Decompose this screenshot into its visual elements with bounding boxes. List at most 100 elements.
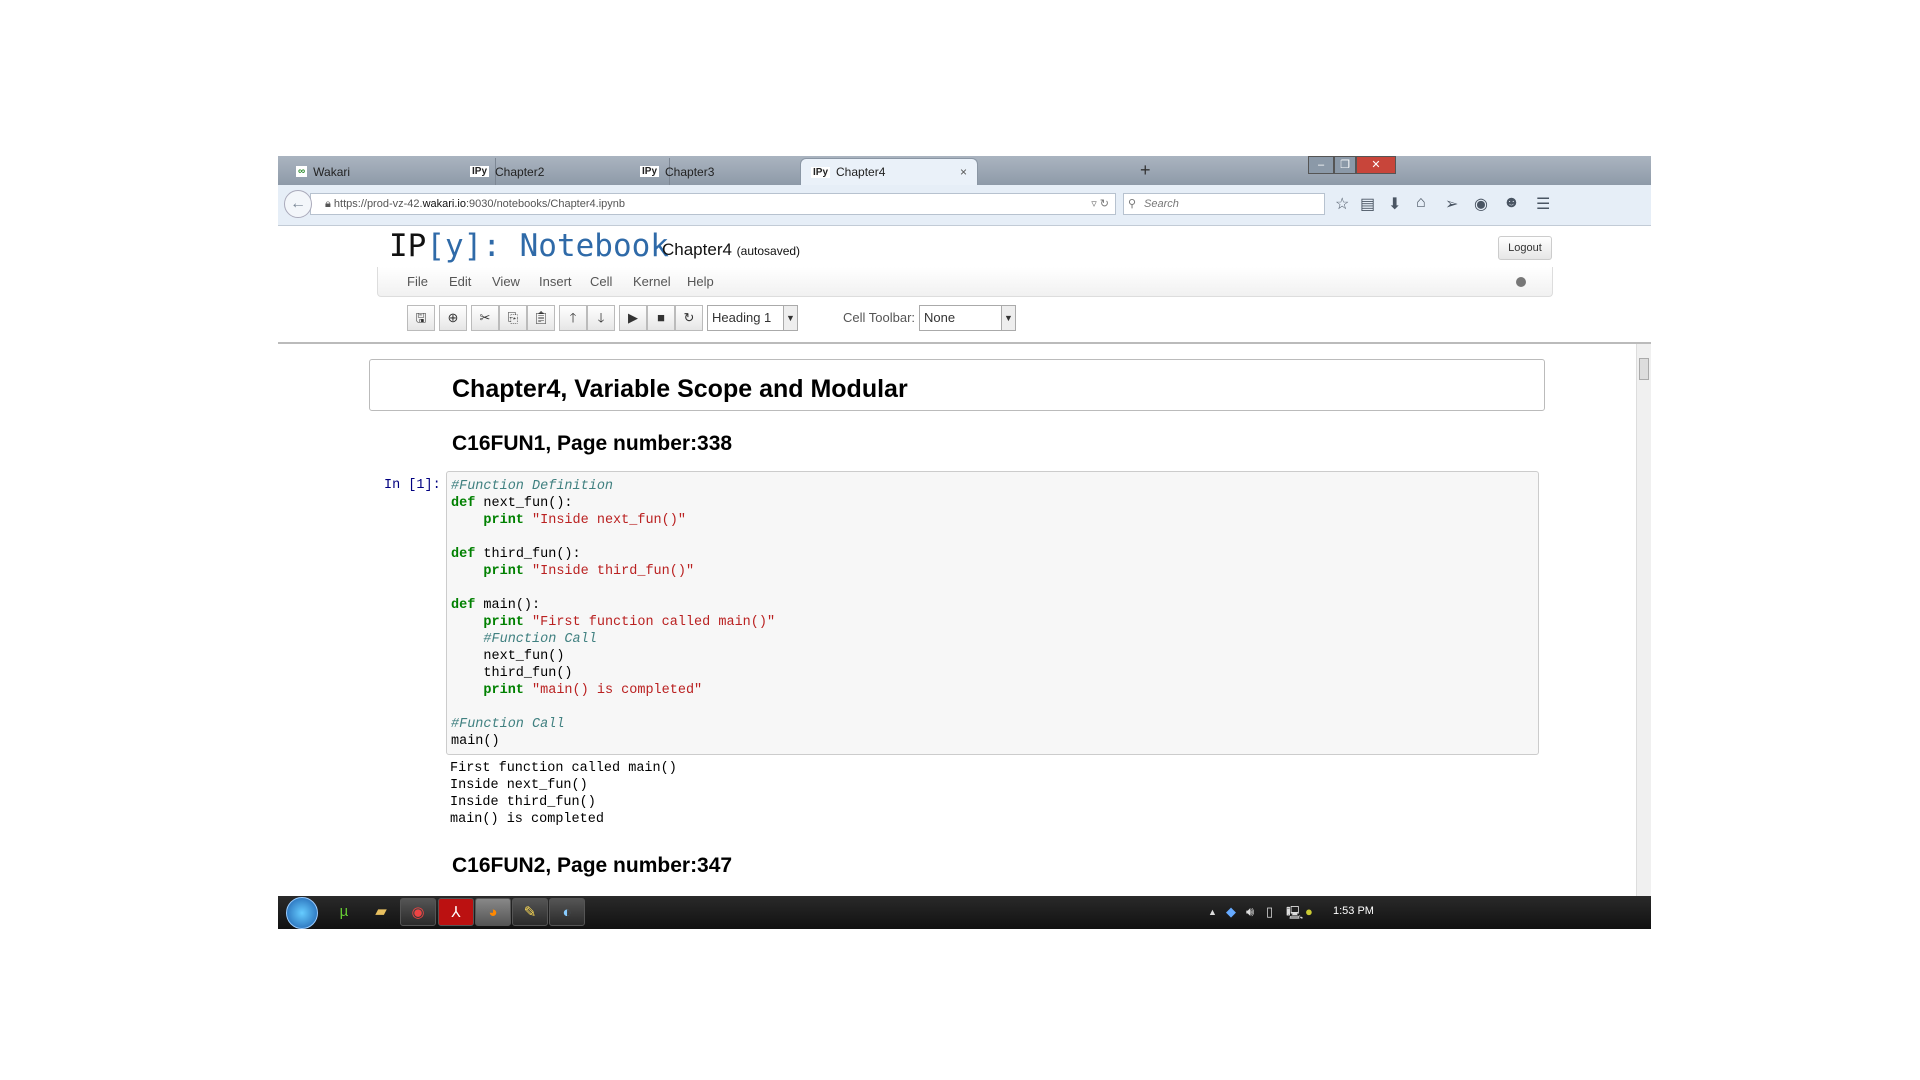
tab-chapter4[interactable]: IPy Chapter4 × (800, 158, 978, 185)
input-prompt: In [1]: (384, 478, 441, 493)
history-icon[interactable]: ◉ (1474, 194, 1488, 214)
notebook-toolbar: 🖫 ⊕ ✂ ⎘ 📋︎ 🡑 🡓 ▶ ■ ↻ Heading 1 ▼ Cell Too… (278, 305, 1651, 335)
logo-ip: IP (389, 228, 427, 264)
tab-label: Wakari (313, 164, 351, 179)
menu-insert[interactable]: Insert (539, 274, 572, 289)
lock-icon: 🔒︎ (325, 198, 334, 210)
output-line: main() is completed (450, 812, 604, 827)
notebook-name[interactable]: Chapter4 (autosaved) (662, 240, 800, 260)
code-cell[interactable]: #Function Definition def next_fun(): pri… (446, 471, 1539, 755)
cut-icon[interactable]: ✂ (471, 305, 499, 331)
clock[interactable]: 1:53 PM (1333, 905, 1374, 917)
python-icon[interactable]: ✎ (512, 898, 548, 926)
output-line: First function called main() (450, 761, 677, 776)
bookmark-star-icon[interactable]: ☆ (1335, 194, 1349, 214)
home-icon[interactable]: ⌂ (1416, 194, 1426, 212)
move-down-icon[interactable]: 🡓 (587, 305, 615, 331)
search-icon: ⚲ (1128, 198, 1137, 210)
ipython-logo[interactable]: IP[y]: Notebook (389, 228, 669, 264)
reading-list-icon[interactable]: ▤ (1360, 194, 1375, 214)
ipy-icon: IPy (640, 166, 660, 177)
download-icon[interactable]: ⬇ (1388, 194, 1401, 214)
tray-app-icon[interactable]: ◆ (1226, 904, 1236, 920)
notebook-area: Chapter4, Variable Scope and Modular C16… (278, 344, 1651, 896)
chevron-down-icon: ▼ (783, 306, 797, 330)
menu-edit[interactable]: Edit (449, 274, 471, 289)
ipy-icon: IPy (470, 166, 490, 177)
section-heading: C16FUN2, Page number:347 (452, 854, 733, 877)
save-icon[interactable]: 🖫 (407, 305, 435, 331)
cell-toolbar-label: Cell Toolbar: (843, 310, 916, 325)
cell-type-value: Heading 1 (712, 310, 772, 325)
chrome-icon[interactable]: ◉ (400, 898, 436, 926)
network-icon[interactable]: 🖳 (1286, 904, 1303, 926)
menu-help[interactable]: Help (687, 274, 714, 289)
url-bar[interactable]: 🔒︎ https://prod-vz-42.wakari.io:9030/not… (310, 193, 1116, 215)
tab-label: Chapter2 (495, 164, 545, 179)
logout-button[interactable]: Logout (1498, 236, 1552, 260)
app-icon[interactable]: ◐ (549, 898, 585, 926)
menu-file[interactable]: File (407, 274, 428, 289)
tray-status-icon[interactable]: ● (1305, 904, 1313, 919)
wakari-icon: ∞ (296, 166, 308, 177)
minimize-button[interactable]: – (1308, 156, 1334, 174)
notebook-heading: Chapter4, Variable Scope and Modular (452, 375, 908, 403)
search-placeholder: Search (1144, 198, 1179, 210)
menu-bar: File Edit View Insert Cell Kernel Help (377, 267, 1553, 297)
menu-view[interactable]: View (492, 274, 520, 289)
close-tab-icon[interactable]: × (960, 165, 967, 179)
firefox-icon[interactable]: ◕ (475, 898, 511, 926)
new-tab-button[interactable]: + (1140, 160, 1151, 181)
restart-icon[interactable]: ↻ (675, 305, 703, 331)
save-status: (autosaved) (736, 244, 801, 258)
output-line: Inside next_fun() (450, 778, 588, 793)
nav-bar: 🔒︎ https://prod-vz-42.wakari.io:9030/not… (278, 185, 1651, 226)
utorrent-icon[interactable]: µ (326, 898, 362, 926)
reload-icon[interactable]: ▿ ↻ (1091, 194, 1109, 214)
kernel-status-indicator (1516, 277, 1526, 287)
back-button[interactable]: ← (284, 190, 312, 218)
ipy-icon: IPy (811, 166, 831, 178)
menu-cell[interactable]: Cell (590, 274, 612, 289)
logo-text: [y]: Notebook (426, 228, 669, 264)
copy-icon[interactable]: ⎘ (499, 305, 527, 331)
move-up-icon[interactable]: 🡑 (559, 305, 587, 331)
close-window-button[interactable]: ✕ (1356, 156, 1396, 174)
start-button[interactable] (286, 897, 318, 929)
run-icon[interactable]: ▶ (619, 305, 647, 331)
insert-cell-icon[interactable]: ⊕ (439, 305, 467, 331)
scrollbar-thumb[interactable] (1639, 358, 1649, 380)
cell-output: First function called main() Inside next_… (450, 760, 677, 828)
restore-button[interactable]: ❐ (1334, 156, 1356, 174)
menu-icon[interactable]: ☰ (1536, 194, 1550, 214)
chevron-down-icon: ▼ (1001, 306, 1015, 330)
taskbar: µ ▰ ◉ ⅄ ◕ ✎ ◐ ▲ ◆ 🔊︎ ▯ 🖳 ● 1:53 PM (278, 896, 1651, 929)
section-heading: C16FUN1, Page number:338 (452, 432, 733, 455)
notebook-header: IP[y]: Notebook Chapter4 (autosaved) Log… (278, 226, 1651, 267)
tab-label: Chapter3 (665, 164, 715, 179)
file-explorer-icon[interactable]: ▰ (363, 898, 399, 926)
search-input[interactable]: ⚲ Search (1123, 193, 1325, 215)
send-icon[interactable]: ➢ (1445, 194, 1458, 214)
acrobat-icon[interactable]: ⅄ (438, 898, 474, 926)
screen: ∞Wakari× IPyChapter2× IPyChapter3× IPyCh… (278, 156, 1651, 929)
volume-icon[interactable]: 🔊︎ (1246, 904, 1254, 920)
paste-icon[interactable]: 📋︎ (527, 305, 555, 331)
tab-label: Chapter4 (836, 165, 886, 179)
url-prefix: https://prod-vz-42. (333, 198, 423, 210)
tab-strip: ∞Wakari× IPyChapter2× IPyChapter3× IPyCh… (278, 156, 1651, 185)
vertical-scrollbar[interactable] (1636, 344, 1651, 896)
url-suffix: :9030/notebooks/Chapter4.ipynb (465, 198, 625, 210)
heading-cell-selected[interactable]: Chapter4, Variable Scope and Modular (369, 359, 1545, 411)
stop-icon[interactable]: ■ (647, 305, 675, 331)
cell-toolbar-value: None (924, 310, 956, 325)
cell-toolbar-select[interactable]: None ▼ (919, 305, 1016, 331)
power-icon[interactable]: ▯ (1266, 904, 1273, 920)
show-hidden-icons[interactable]: ▲ (1208, 907, 1217, 917)
notebook-title: Chapter4 (662, 240, 732, 259)
chat-icon[interactable]: ☻ (1503, 194, 1520, 212)
cell-type-select[interactable]: Heading 1 ▼ (707, 305, 798, 331)
output-line: Inside third_fun() (450, 795, 596, 810)
url-domain: wakari.io (422, 198, 466, 210)
menu-kernel[interactable]: Kernel (633, 274, 671, 289)
